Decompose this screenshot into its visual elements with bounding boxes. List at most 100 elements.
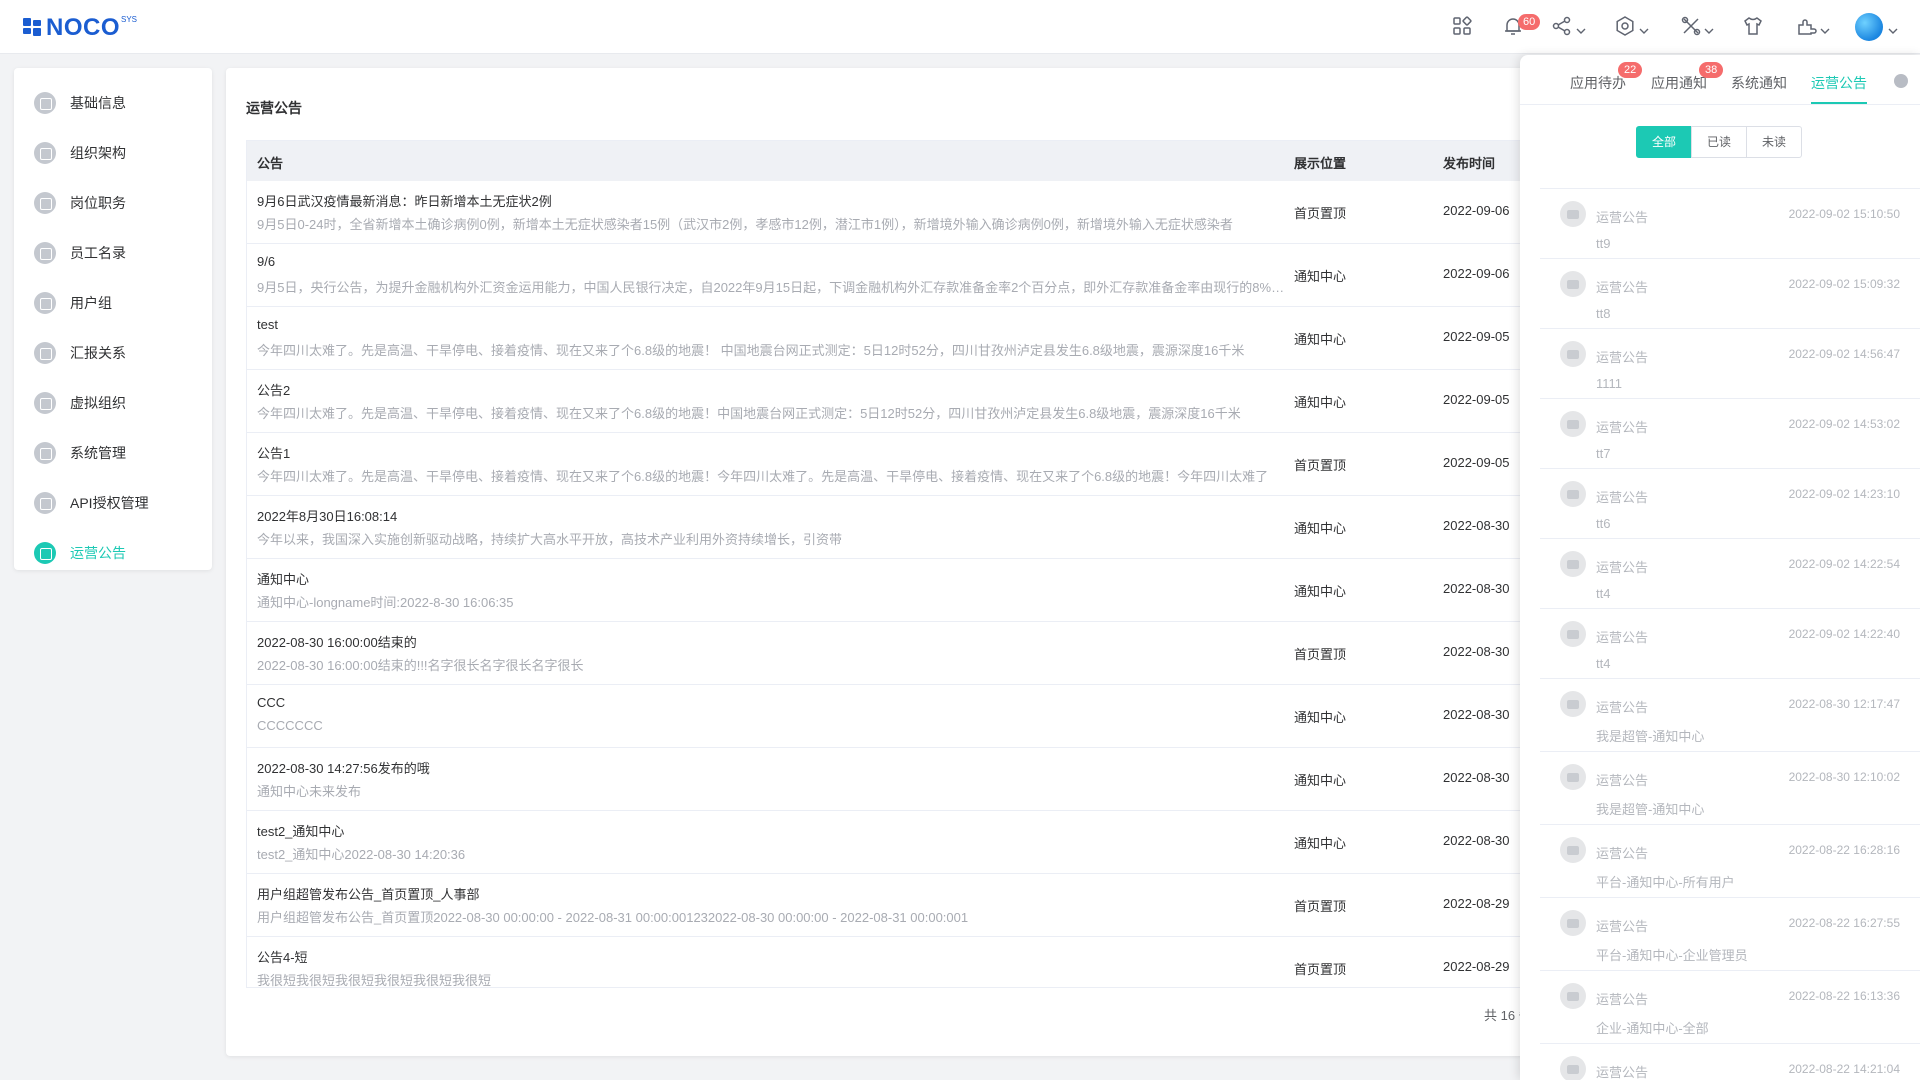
row-desc: 通知中心-longname时间:2022-8-30 16:06:35 (257, 595, 514, 610)
list-item[interactable]: 运营公告 2022-09-02 14:56:47 1111 (1540, 328, 1920, 398)
list-item[interactable]: 运营公告 2022-09-02 14:53:02 tt7 (1540, 398, 1920, 468)
list-item[interactable]: 运营公告 2022-09-02 14:22:54 tt4 (1540, 538, 1920, 608)
list-item[interactable]: 运营公告 2022-09-02 15:10:50 tt9 (1540, 188, 1920, 258)
list-item[interactable]: 运营公告 2022-08-22 16:13:36 企业-通知中心-全部 (1540, 970, 1920, 1043)
row-title[interactable]: 2022-08-30 14:27:56发布的哦 (257, 758, 430, 777)
notification-text: tt8 (1596, 306, 1611, 321)
sidebar-item-report[interactable]: 汇报关系 (14, 328, 212, 378)
list-item[interactable]: 运营公告 2022-09-02 14:22:40 tt4 (1540, 608, 1920, 678)
sidebar-item-positions[interactable]: 岗位职务 (14, 178, 212, 228)
announcement-icon (1560, 481, 1586, 507)
announcement-icon (1560, 201, 1586, 227)
app-logo[interactable]: NOCO SYS (23, 14, 137, 42)
grid-icon[interactable] (1451, 15, 1473, 37)
row-desc: 今年四川太难了。先是高温、干旱停电、接着疫情、现在又来了个6.8级的地震！ 中国… (257, 343, 1245, 358)
column-header-position[interactable]: 展示位置 (1294, 153, 1346, 172)
sidebar-item-system[interactable]: 系统管理 (14, 428, 212, 478)
list-item[interactable]: 运营公告 2022-08-22 14:21:04 (1540, 1043, 1920, 1080)
announcement-icon (1560, 1056, 1586, 1080)
notification-type: 运营公告 (1596, 1065, 1649, 1080)
announcement-icon (1560, 621, 1586, 647)
sidebar-item-label: 岗位职务 (70, 195, 126, 211)
sidebar-item-virtual-org[interactable]: 虚拟组织 (14, 378, 212, 428)
tab-label: 系统通知 (1731, 75, 1787, 91)
tab-system-notice[interactable]: 系统通知 (1731, 73, 1787, 93)
row-time: 2022-09-06 (1443, 266, 1510, 281)
position-icon (34, 192, 56, 214)
row-title[interactable]: 通知中心 (257, 569, 309, 588)
notification-count-badge: 60 (1518, 14, 1541, 30)
column-header-time[interactable]: 发布时间 (1443, 153, 1495, 172)
row-position: 通知中心 (1294, 584, 1347, 599)
row-desc: 2022-08-30 16:00:00结束的!!!名字很长名字很长名字很长 (257, 658, 584, 673)
sidebar-item-user-group[interactable]: 用户组 (14, 278, 212, 328)
announcement-icon (1560, 271, 1586, 297)
notification-type: 运营公告 (1596, 350, 1649, 365)
column-header-title[interactable]: 公告 (257, 153, 283, 172)
row-position: 首页置顶 (1294, 458, 1347, 473)
user-group-icon (34, 292, 56, 314)
row-position: 通知中心 (1294, 836, 1347, 851)
list-item[interactable]: 运营公告 2022-09-02 15:09:32 tt8 (1540, 258, 1920, 328)
chevron-down-icon[interactable] (1639, 22, 1649, 34)
notification-type: 运营公告 (1596, 420, 1649, 435)
sidebar-item-basic-info[interactable]: 基础信息 (14, 78, 212, 128)
sidebar: 基础信息 组织架构 岗位职务 员工名录 用户组 汇报关系 虚拟组织 系统管理 A… (14, 68, 212, 570)
row-title[interactable]: test2_通知中心 (257, 821, 344, 840)
notification-type: 运营公告 (1596, 919, 1649, 934)
row-title[interactable]: CCC (257, 695, 285, 710)
filter-unread-button[interactable]: 未读 (1746, 126, 1803, 158)
sidebar-item-label: 系统管理 (70, 445, 126, 461)
plugin-icon[interactable] (1795, 15, 1817, 37)
row-title[interactable]: test (257, 317, 278, 332)
announcement-icon (1560, 551, 1586, 577)
notification-time: 2022-09-02 14:53:02 (1788, 417, 1900, 431)
row-title[interactable]: 公告2 (257, 380, 290, 399)
list-item[interactable]: 运营公告 2022-08-30 12:17:47 我是超管-通知中心 (1540, 678, 1920, 751)
row-time: 2022-08-30 (1443, 644, 1510, 659)
notification-time: 2022-08-22 16:28:16 (1788, 843, 1900, 857)
filter-all-button[interactable]: 全部 (1636, 126, 1693, 158)
share-icon[interactable] (1551, 15, 1573, 37)
org-icon (34, 142, 56, 164)
filter-read-button[interactable]: 已读 (1691, 126, 1748, 158)
row-desc: 今年四川太难了。先是高温、干旱停电、接着疫情、现在又来了个6.8级的地震！今年四… (257, 469, 1269, 484)
row-title[interactable]: 9/6 (257, 254, 275, 269)
row-title[interactable]: 9月6日武汉疫情最新消息：昨日新增本土无症状2例 (257, 191, 552, 210)
row-title[interactable]: 2022年8月30日16:08:14 (257, 506, 397, 525)
list-item[interactable]: 运营公告 2022-09-02 14:23:10 tt6 (1540, 468, 1920, 538)
sidebar-item-label: 运营公告 (70, 545, 126, 561)
chevron-down-icon[interactable] (1704, 22, 1714, 34)
notification-type: 运营公告 (1596, 992, 1649, 1007)
notification-text: 平台-通知中心-企业管理员 (1596, 948, 1748, 963)
notification-type: 运营公告 (1596, 490, 1649, 505)
list-item[interactable]: 运营公告 2022-08-22 16:28:16 平台-通知中心-所有用户 (1540, 824, 1920, 897)
tab-operation-announcement[interactable]: 运营公告 (1811, 73, 1867, 93)
tab-app-notice[interactable]: 应用通知 38 (1651, 62, 1724, 93)
sidebar-item-announcement[interactable]: 运营公告 (14, 528, 212, 578)
list-item[interactable]: 运营公告 2022-08-22 16:27:55 平台-通知中心-企业管理员 (1540, 897, 1920, 970)
page-title: 运营公告 (246, 100, 302, 116)
settings-icon[interactable] (1614, 15, 1636, 37)
row-title[interactable]: 公告1 (257, 443, 290, 462)
shirt-icon[interactable] (1742, 15, 1764, 37)
sidebar-item-staff[interactable]: 员工名录 (14, 228, 212, 278)
row-title[interactable]: 用户组超管发布公告_首页置顶_人事部 (257, 884, 479, 903)
notification-time: 2022-08-30 12:17:47 (1788, 697, 1900, 711)
chevron-down-icon[interactable] (1576, 22, 1586, 34)
sidebar-item-label: 组织架构 (70, 145, 126, 161)
tab-app-todo[interactable]: 应用待办 22 (1570, 62, 1643, 93)
sidebar-item-label: 基础信息 (70, 95, 126, 111)
tools-icon[interactable] (1680, 15, 1702, 37)
close-icon[interactable] (1894, 74, 1908, 88)
user-avatar[interactable] (1855, 13, 1883, 41)
chevron-down-icon[interactable] (1888, 22, 1898, 34)
row-title[interactable]: 2022-08-30 16:00:00结束的 (257, 632, 417, 651)
sidebar-item-org[interactable]: 组织架构 (14, 128, 212, 178)
sidebar-item-api[interactable]: API授权管理 (14, 478, 212, 528)
notification-time: 2022-09-02 14:22:54 (1788, 557, 1900, 571)
tab-label: 运营公告 (1811, 75, 1867, 91)
row-title[interactable]: 公告4-短 (257, 947, 308, 966)
list-item[interactable]: 运营公告 2022-08-30 12:10:02 我是超管-通知中心 (1540, 751, 1920, 824)
chevron-down-icon[interactable] (1820, 22, 1830, 34)
